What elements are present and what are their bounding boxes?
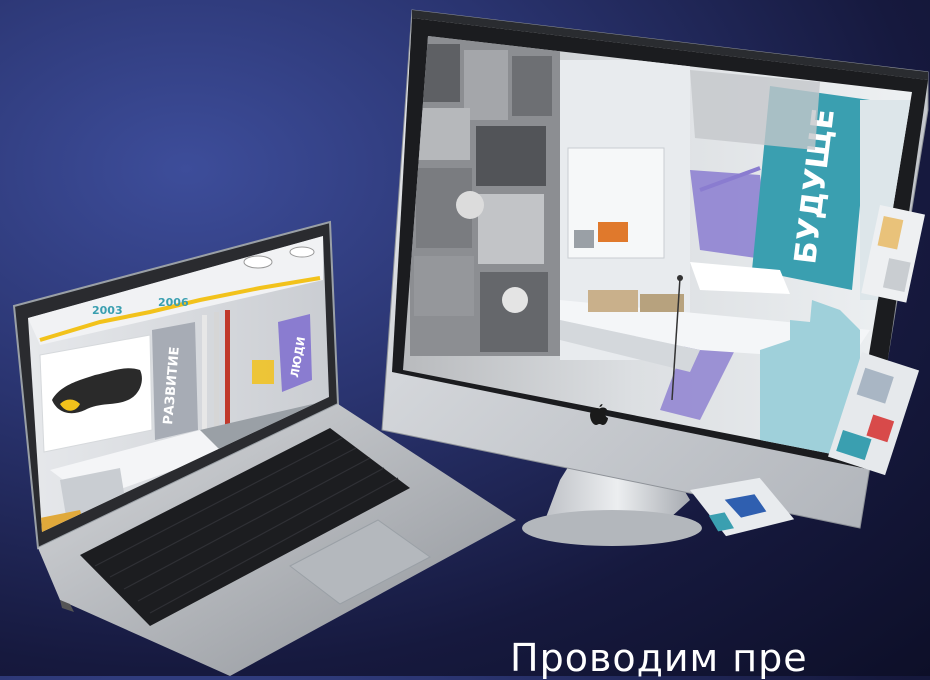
headline: Проводим пре <box>510 636 808 680</box>
photo-collage <box>410 36 560 356</box>
timeline-year-2: 2006 <box>158 296 189 309</box>
timeline-year-1: 2003 <box>92 304 123 317</box>
ceiling-lamp <box>690 70 820 150</box>
hero-scene: БУДУЩЕ 2003 2006 РАЗВИТИЕ ЛЮДИ <box>12 9 929 676</box>
monitor-stand-base <box>522 510 702 546</box>
desktop-monitor: БУДУЩЕ <box>381 9 929 546</box>
